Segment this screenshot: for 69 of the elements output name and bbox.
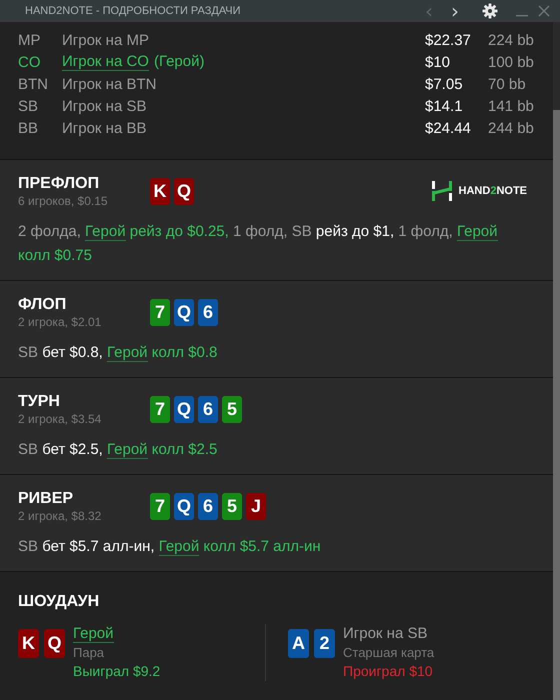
section-title: ШОУДАУН — [18, 593, 100, 610]
position-label: BB — [18, 120, 40, 136]
stack-amount: $14.1 — [425, 98, 464, 114]
playing-card: Q — [174, 299, 194, 326]
hero-link[interactable]: Герой — [107, 344, 148, 362]
action-line: SB бет $2.5, Герой колл $2.5 — [18, 440, 218, 461]
logo-text: HAND2NOTE — [458, 185, 527, 197]
settings-icon[interactable] — [482, 3, 498, 19]
player-name[interactable]: Игрок на CO — [62, 53, 149, 71]
playing-card: 6 — [198, 396, 218, 423]
close-icon[interactable] — [538, 5, 550, 17]
playing-card: K — [150, 178, 170, 205]
stack-amount: $7.05 — [425, 76, 464, 92]
hero-link[interactable]: Герой — [457, 223, 498, 241]
player-name: Игрок на MP — [62, 32, 149, 48]
big-blinds: 224 bb — [488, 32, 534, 48]
hand-rank: Пара — [73, 644, 106, 662]
logo-icon — [430, 180, 453, 202]
street-title: ТУРН — [18, 392, 61, 412]
street-title: ФЛОП — [18, 295, 68, 315]
result-amount: Выиграл $9.2 — [73, 662, 160, 681]
playing-card: A — [288, 629, 309, 658]
playing-card: Q — [174, 493, 194, 520]
playing-card: 5 — [222, 396, 242, 423]
playing-card: J — [246, 493, 266, 520]
playing-card: Q — [174, 396, 194, 423]
street-title: РИВЕР — [18, 489, 74, 509]
street-title: ПРЕФЛОП — [18, 174, 100, 194]
hero-link[interactable]: Герой — [158, 538, 200, 556]
hero-link[interactable]: Герой — [107, 441, 148, 459]
action-line: SB бет $5.7 алл-ин, Герой колл $5.7 алл-ин — [18, 537, 322, 558]
stack-amount: $10 — [425, 54, 452, 70]
street-info: 2 игрока, $2.01 — [18, 315, 102, 329]
playing-card: Q — [174, 178, 194, 205]
playing-card: 6 — [198, 299, 218, 326]
street-info: 2 игрока, $3.54 — [18, 412, 102, 426]
playing-card: 7 — [150, 396, 170, 423]
result-amount: Проиграл $10 — [343, 662, 434, 681]
player-name: Игрок на SB — [62, 98, 146, 114]
action-line: SB бет $0.8, Герой колл $0.8 — [18, 343, 218, 364]
hero-link[interactable]: Герой — [85, 223, 126, 241]
player-name[interactable]: Герой — [73, 625, 114, 643]
hero-tag: (Герой) — [154, 53, 204, 71]
nav-button[interactable]: › — [442, 2, 468, 20]
playing-card: 2 — [314, 629, 335, 658]
player-name: Игрок на BTN — [62, 76, 156, 92]
playing-card: 7 — [150, 493, 170, 520]
position-label: SB — [18, 98, 40, 114]
position-label: CO — [18, 54, 42, 70]
position-label: MP — [18, 32, 42, 48]
action-line: 2 фолда, Герой рейз до $0.25, 1 фолд, SB рейз до $1, 1 фолд, Герой колл $0.75 — [18, 222, 499, 266]
window-title: HAND2NOTE - ПОДРОБНОСТИ РАЗДАЧИ — [25, 5, 241, 17]
stack-amount: $22.37 — [425, 32, 472, 48]
big-blinds: 100 bb — [488, 54, 534, 70]
street-info: 2 игрока, $8.32 — [18, 509, 102, 523]
stack-amount: $24.44 — [425, 120, 472, 136]
big-blinds: 70 bb — [488, 76, 526, 92]
street-info: 6 игроков, $0.15 — [18, 194, 109, 208]
playing-card: 6 — [198, 493, 218, 520]
playing-card: Q — [44, 629, 65, 658]
big-blinds: 244 bb — [488, 120, 534, 136]
playing-card: K — [18, 629, 39, 658]
playing-card: 7 — [150, 299, 170, 326]
position-label: BTN — [18, 76, 49, 92]
player-name: Игрок на SB — [343, 625, 428, 642]
player-name: Игрок на BB — [62, 120, 146, 136]
playing-card: 5 — [222, 493, 242, 520]
big-blinds: 141 bb — [488, 98, 534, 114]
hand-rank: Старшая карта — [343, 644, 434, 662]
